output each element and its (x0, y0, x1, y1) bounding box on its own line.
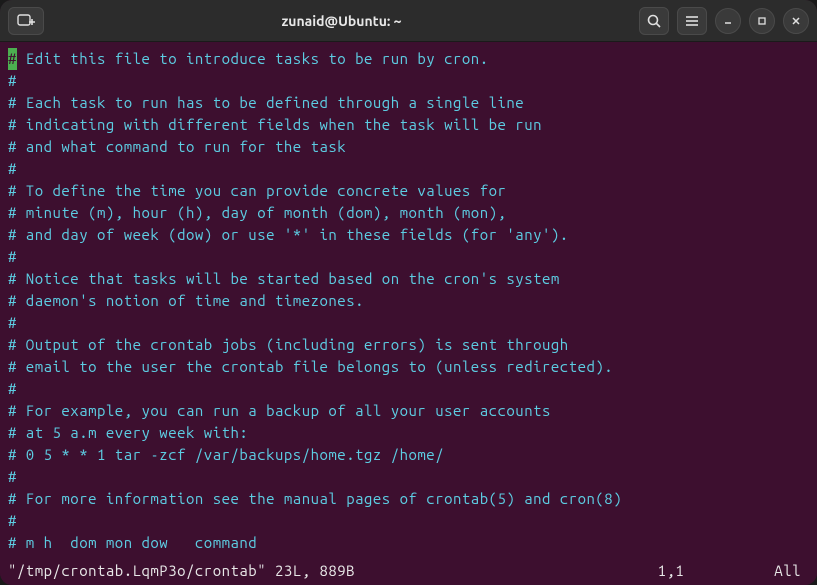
status-scroll: All (774, 562, 801, 579)
maximize-button[interactable] (749, 8, 775, 34)
editor-line-0: # Edit this file to introduce tasks to b… (8, 48, 809, 70)
close-icon (791, 16, 801, 26)
status-spacer (355, 562, 657, 579)
editor-line-7: # minute (m), hour (h), day of month (do… (8, 202, 809, 224)
editor-line-17: # at 5 a.m every week with: (8, 422, 809, 444)
editor-line-11: # daemon's notion of time and timezones. (8, 290, 809, 312)
status-file: "/tmp/crontab.LqmP3o/crontab" 23L, 889B (8, 562, 355, 579)
hamburger-icon (685, 15, 699, 27)
titlebar-right (639, 7, 809, 35)
editor-line-20: # For more information see the manual pa… (8, 488, 809, 510)
editor-line-text: Edit this file to introduce tasks to be … (17, 50, 489, 67)
maximize-icon (757, 16, 767, 26)
cursor: # (8, 48, 17, 70)
editor-line-4: # and what command to run for the task (8, 136, 809, 158)
editor-line-16: # For example, you can run a backup of a… (8, 400, 809, 422)
editor-line-13: # Output of the crontab jobs (including … (8, 334, 809, 356)
editor-line-18: # 0 5 * * 1 tar -zcf /var/backups/home.t… (8, 444, 809, 466)
editor-line-22: # m h dom mon dow command (8, 532, 809, 554)
editor-line-3: # indicating with different fields when … (8, 114, 809, 136)
editor-line-1: # (8, 70, 809, 92)
editor-line-10: # Notice that tasks will be started base… (8, 268, 809, 290)
editor-area[interactable]: # Edit this file to introduce tasks to b… (0, 42, 817, 560)
new-tab-icon (17, 14, 35, 28)
titlebar-left (8, 7, 44, 35)
statusline: "/tmp/crontab.LqmP3o/crontab" 23L, 889B … (0, 560, 817, 585)
editor-line-19: # (8, 466, 809, 488)
close-button[interactable] (783, 8, 809, 34)
editor-line-8: # and day of week (dow) or use '*' in th… (8, 224, 809, 246)
status-position: 1,1 (658, 562, 685, 579)
editor-line-6: # To define the time you can provide con… (8, 180, 809, 202)
menu-button[interactable] (677, 7, 707, 35)
editor-line-2: # Each task to run has to be defined thr… (8, 92, 809, 114)
editor-line-9: # (8, 246, 809, 268)
minimize-icon (723, 16, 733, 26)
minimize-button[interactable] (715, 8, 741, 34)
editor-line-14: # email to the user the crontab file bel… (8, 356, 809, 378)
editor-line-21: # (8, 510, 809, 532)
editor-line-12: # (8, 312, 809, 334)
search-icon (647, 14, 661, 28)
editor-line-5: # (8, 158, 809, 180)
new-tab-button[interactable] (8, 7, 44, 35)
editor-line-15: # (8, 378, 809, 400)
terminal-window: zunaid@Ubuntu: ~ (0, 0, 817, 585)
titlebar: zunaid@Ubuntu: ~ (0, 0, 817, 42)
search-button[interactable] (639, 7, 669, 35)
window-title: zunaid@Ubuntu: ~ (44, 13, 639, 29)
